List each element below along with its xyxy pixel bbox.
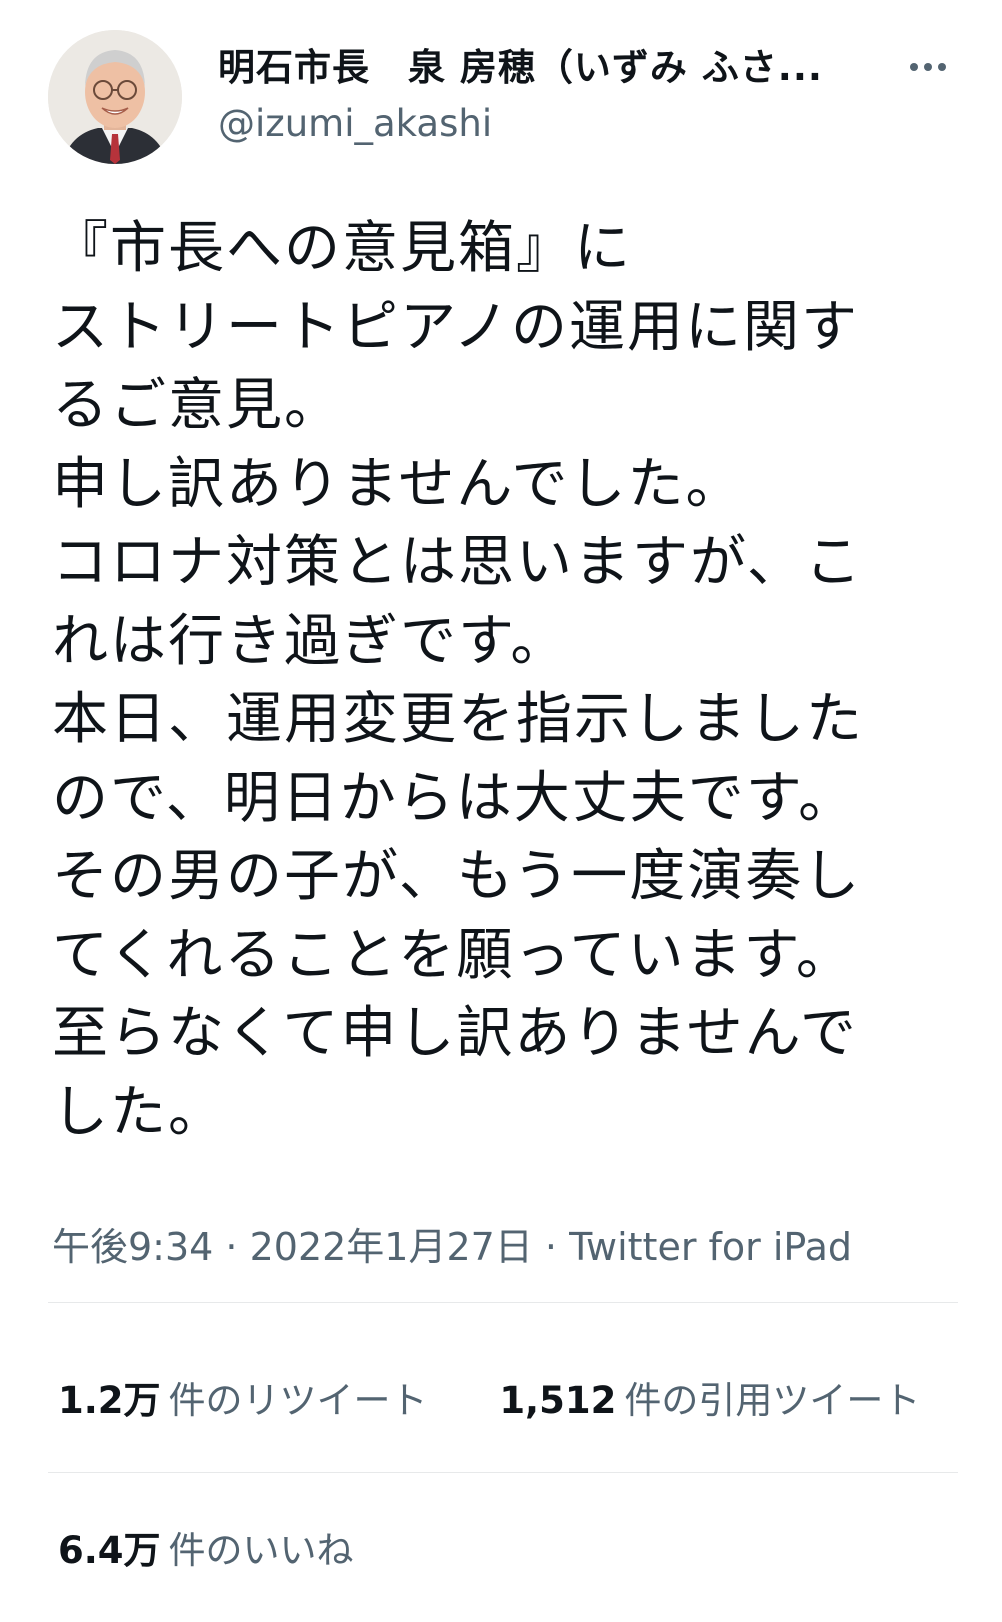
tweet-text-line: 『市長への意見箱』に <box>52 216 632 281</box>
meta-separator: · <box>532 1225 570 1269</box>
divider <box>48 1472 958 1473</box>
tweet-text-line: その男の子が、もう一度演奏し <box>52 844 862 909</box>
avatar[interactable] <box>48 30 182 164</box>
more-horizontal-icon[interactable] <box>898 52 958 82</box>
quotes-count: 1,512 <box>499 1379 617 1422</box>
tweet-text-line: てくれることを願っています。 <box>52 922 854 988</box>
likes-count: 6.4万 <box>58 1529 161 1572</box>
quotes-stat[interactable]: 1,512 件の引用ツイート <box>499 1376 920 1426</box>
tweet-text-line: るご意見。 <box>52 373 342 438</box>
tweet-text-line: 申し訳ありませんでした。 <box>52 451 744 517</box>
tweet-text-line: れは行き過ぎです。 <box>52 608 569 674</box>
avatar-image <box>48 30 182 164</box>
likes-stat[interactable]: 6.4万 件のいいね <box>58 1526 354 1576</box>
tweet-header: 明石市長 泉 房穂（いずみ ふさ... @izumi_akashi <box>48 30 968 166</box>
tweet-text-line: ストリートピアノの運用に関す <box>52 294 859 360</box>
retweets-stat[interactable]: 1.2万 件のリツイート <box>58 1376 428 1426</box>
tweet-meta: 午後9:34 · 2022年1月27日 · Twitter for iPad <box>52 1222 852 1272</box>
tweet-text-line: 本日、運用変更を指示しました <box>52 687 864 752</box>
tweet-text: 『市長への意見箱』に ストリートピアノの運用に関す るご意見。 申し訳ありません… <box>52 210 932 1152</box>
likes-label: 件のいいね <box>168 1529 354 1572</box>
dot <box>924 63 932 71</box>
tweet-time[interactable]: 午後9:34 <box>52 1225 213 1269</box>
stats-row-likes: 6.4万 件のいいね <box>58 1526 354 1576</box>
dot <box>910 63 918 71</box>
tweet-date[interactable]: 2022年1月27日 <box>250 1225 533 1269</box>
tweet-text-line: 至らなくて申し訳ありませんで <box>52 1001 858 1066</box>
retweets-label: 件のリツイート <box>168 1379 428 1422</box>
dot <box>938 63 946 71</box>
tweet-text-line: コロナ対策とは思いますが、こ <box>52 530 863 595</box>
tweet-detail: 明石市長 泉 房穂（いずみ ふさ... @izumi_akashi 『市長への意… <box>0 0 1002 1622</box>
display-name[interactable]: 明石市長 泉 房穂（いずみ ふさ... <box>218 44 858 92</box>
author-info[interactable]: 明石市長 泉 房穂（いずみ ふさ... @izumi_akashi <box>218 44 858 150</box>
quotes-label: 件の引用ツイート <box>624 1379 921 1422</box>
divider <box>48 1302 958 1303</box>
tweet-text-line: した。 <box>52 1079 226 1145</box>
tweet-source[interactable]: Twitter for iPad <box>569 1225 852 1269</box>
user-handle[interactable]: @izumi_akashi <box>218 98 858 150</box>
stats-row-shares: 1.2万 件のリツイート 1,512 件の引用ツイート <box>58 1376 920 1426</box>
meta-separator: · <box>213 1225 250 1269</box>
retweets-count: 1.2万 <box>58 1379 161 1422</box>
tweet-text-line: ので、明日からは大丈夫です。 <box>52 765 857 831</box>
